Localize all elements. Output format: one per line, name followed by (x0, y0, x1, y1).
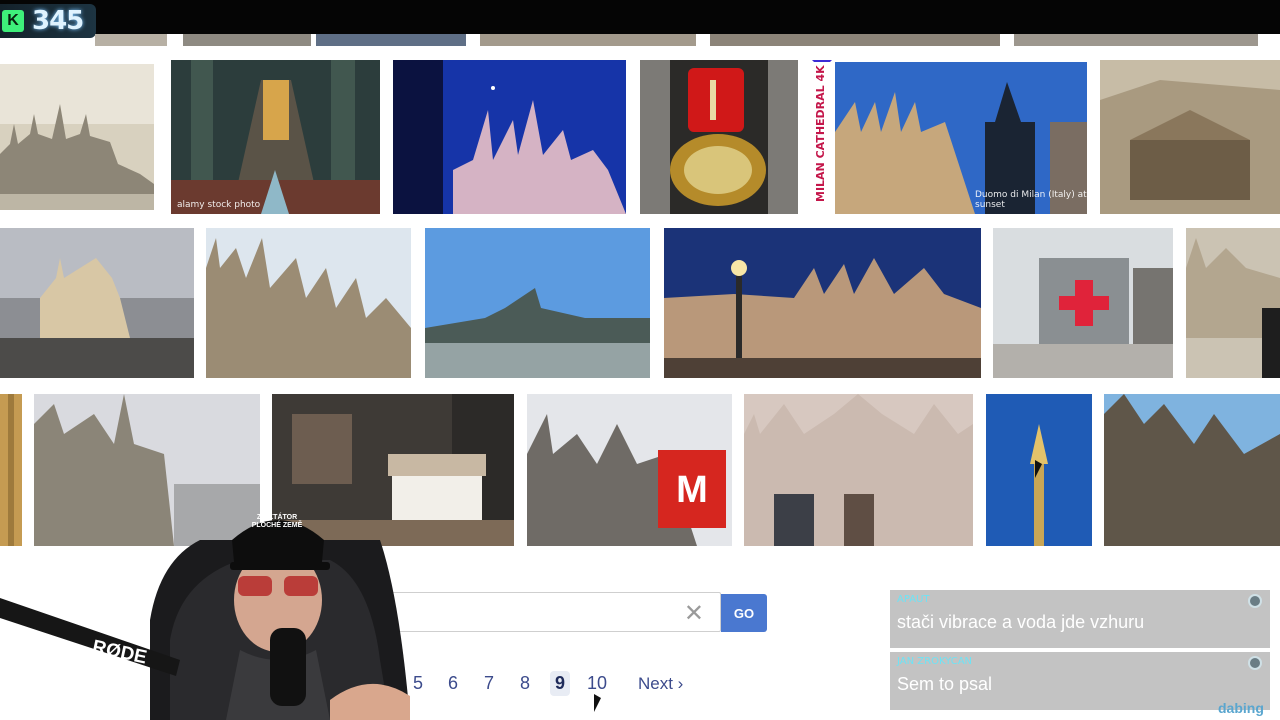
chat-message: JAN ZROKYCAN Sem to psal (890, 652, 1270, 710)
badge-icon (1248, 656, 1262, 670)
image-thumbnail[interactable] (710, 34, 1000, 46)
image-result[interactable] (1100, 60, 1280, 214)
image-result[interactable] (1186, 228, 1280, 378)
chat-text: Sem to psal (897, 674, 993, 694)
image-result[interactable] (0, 64, 154, 210)
image-thumbnail[interactable] (95, 34, 167, 46)
image-result[interactable] (393, 60, 626, 214)
chat-message: APAUT stači vibrace a voda jde vzhuru (890, 590, 1270, 648)
k-logo-icon: K (2, 10, 24, 32)
image-caption: alamy stock photo (177, 200, 261, 210)
page-link-6[interactable]: 6 (448, 673, 458, 694)
cap-logo-text: ZDIKTÁTOR PLOCHÉ ZEMĚ (251, 514, 303, 529)
image-result[interactable] (1104, 394, 1280, 546)
chat-username: APAUT (897, 594, 930, 605)
page-link-8[interactable]: 8 (520, 673, 530, 694)
image-result[interactable] (425, 228, 650, 378)
watermark: dabing (1218, 700, 1264, 716)
image-result[interactable]: Duomo di Milan (Italy) at sunset (835, 62, 1087, 214)
chat-text: stači vibrace a voda jde vzhuru (897, 612, 1145, 632)
page-link-10[interactable]: 10 (587, 673, 607, 694)
top-bar (0, 0, 1280, 34)
image-thumbnail[interactable] (480, 34, 696, 46)
image-result[interactable] (206, 228, 411, 378)
image-result[interactable] (744, 394, 973, 546)
promo-label: MILAN CATHEDRAL 4K (814, 65, 827, 202)
image-thumbnail[interactable] (1014, 34, 1258, 46)
promo-label-box: MILAN CATHEDRAL 4K (808, 62, 834, 214)
page-link-7[interactable]: 7 (484, 673, 494, 694)
image-result[interactable]: alamy stock photo (171, 60, 380, 214)
image-thumbnail[interactable] (183, 34, 311, 46)
image-result[interactable] (0, 228, 194, 378)
go-button[interactable]: GO (721, 594, 767, 632)
image-result[interactable] (993, 228, 1173, 378)
webcam-feed (0, 520, 410, 720)
screen: K 345 alamy stock photo MILAN CATHEDRAL … (0, 0, 1280, 720)
image-result[interactable] (664, 228, 981, 378)
badge-icon (1248, 594, 1262, 608)
viewer-badge: K 345 (0, 4, 96, 38)
viewer-count: 345 (32, 6, 84, 36)
image-result[interactable] (640, 60, 798, 214)
clear-icon[interactable]: ✕ (684, 599, 704, 628)
image-thumbnail[interactable] (316, 34, 466, 46)
metro-sign: M (676, 469, 708, 511)
image-result[interactable]: M (527, 394, 732, 546)
page-link-current[interactable]: 9 (550, 671, 571, 696)
mouse-cursor-icon (594, 694, 601, 712)
chat-username: JAN ZROKYCAN (897, 656, 973, 667)
next-page-link[interactable]: Next › (638, 674, 683, 694)
image-caption: Duomo di Milan (Italy) at sunset (975, 190, 1087, 210)
mouse-cursor-icon (1035, 460, 1042, 478)
